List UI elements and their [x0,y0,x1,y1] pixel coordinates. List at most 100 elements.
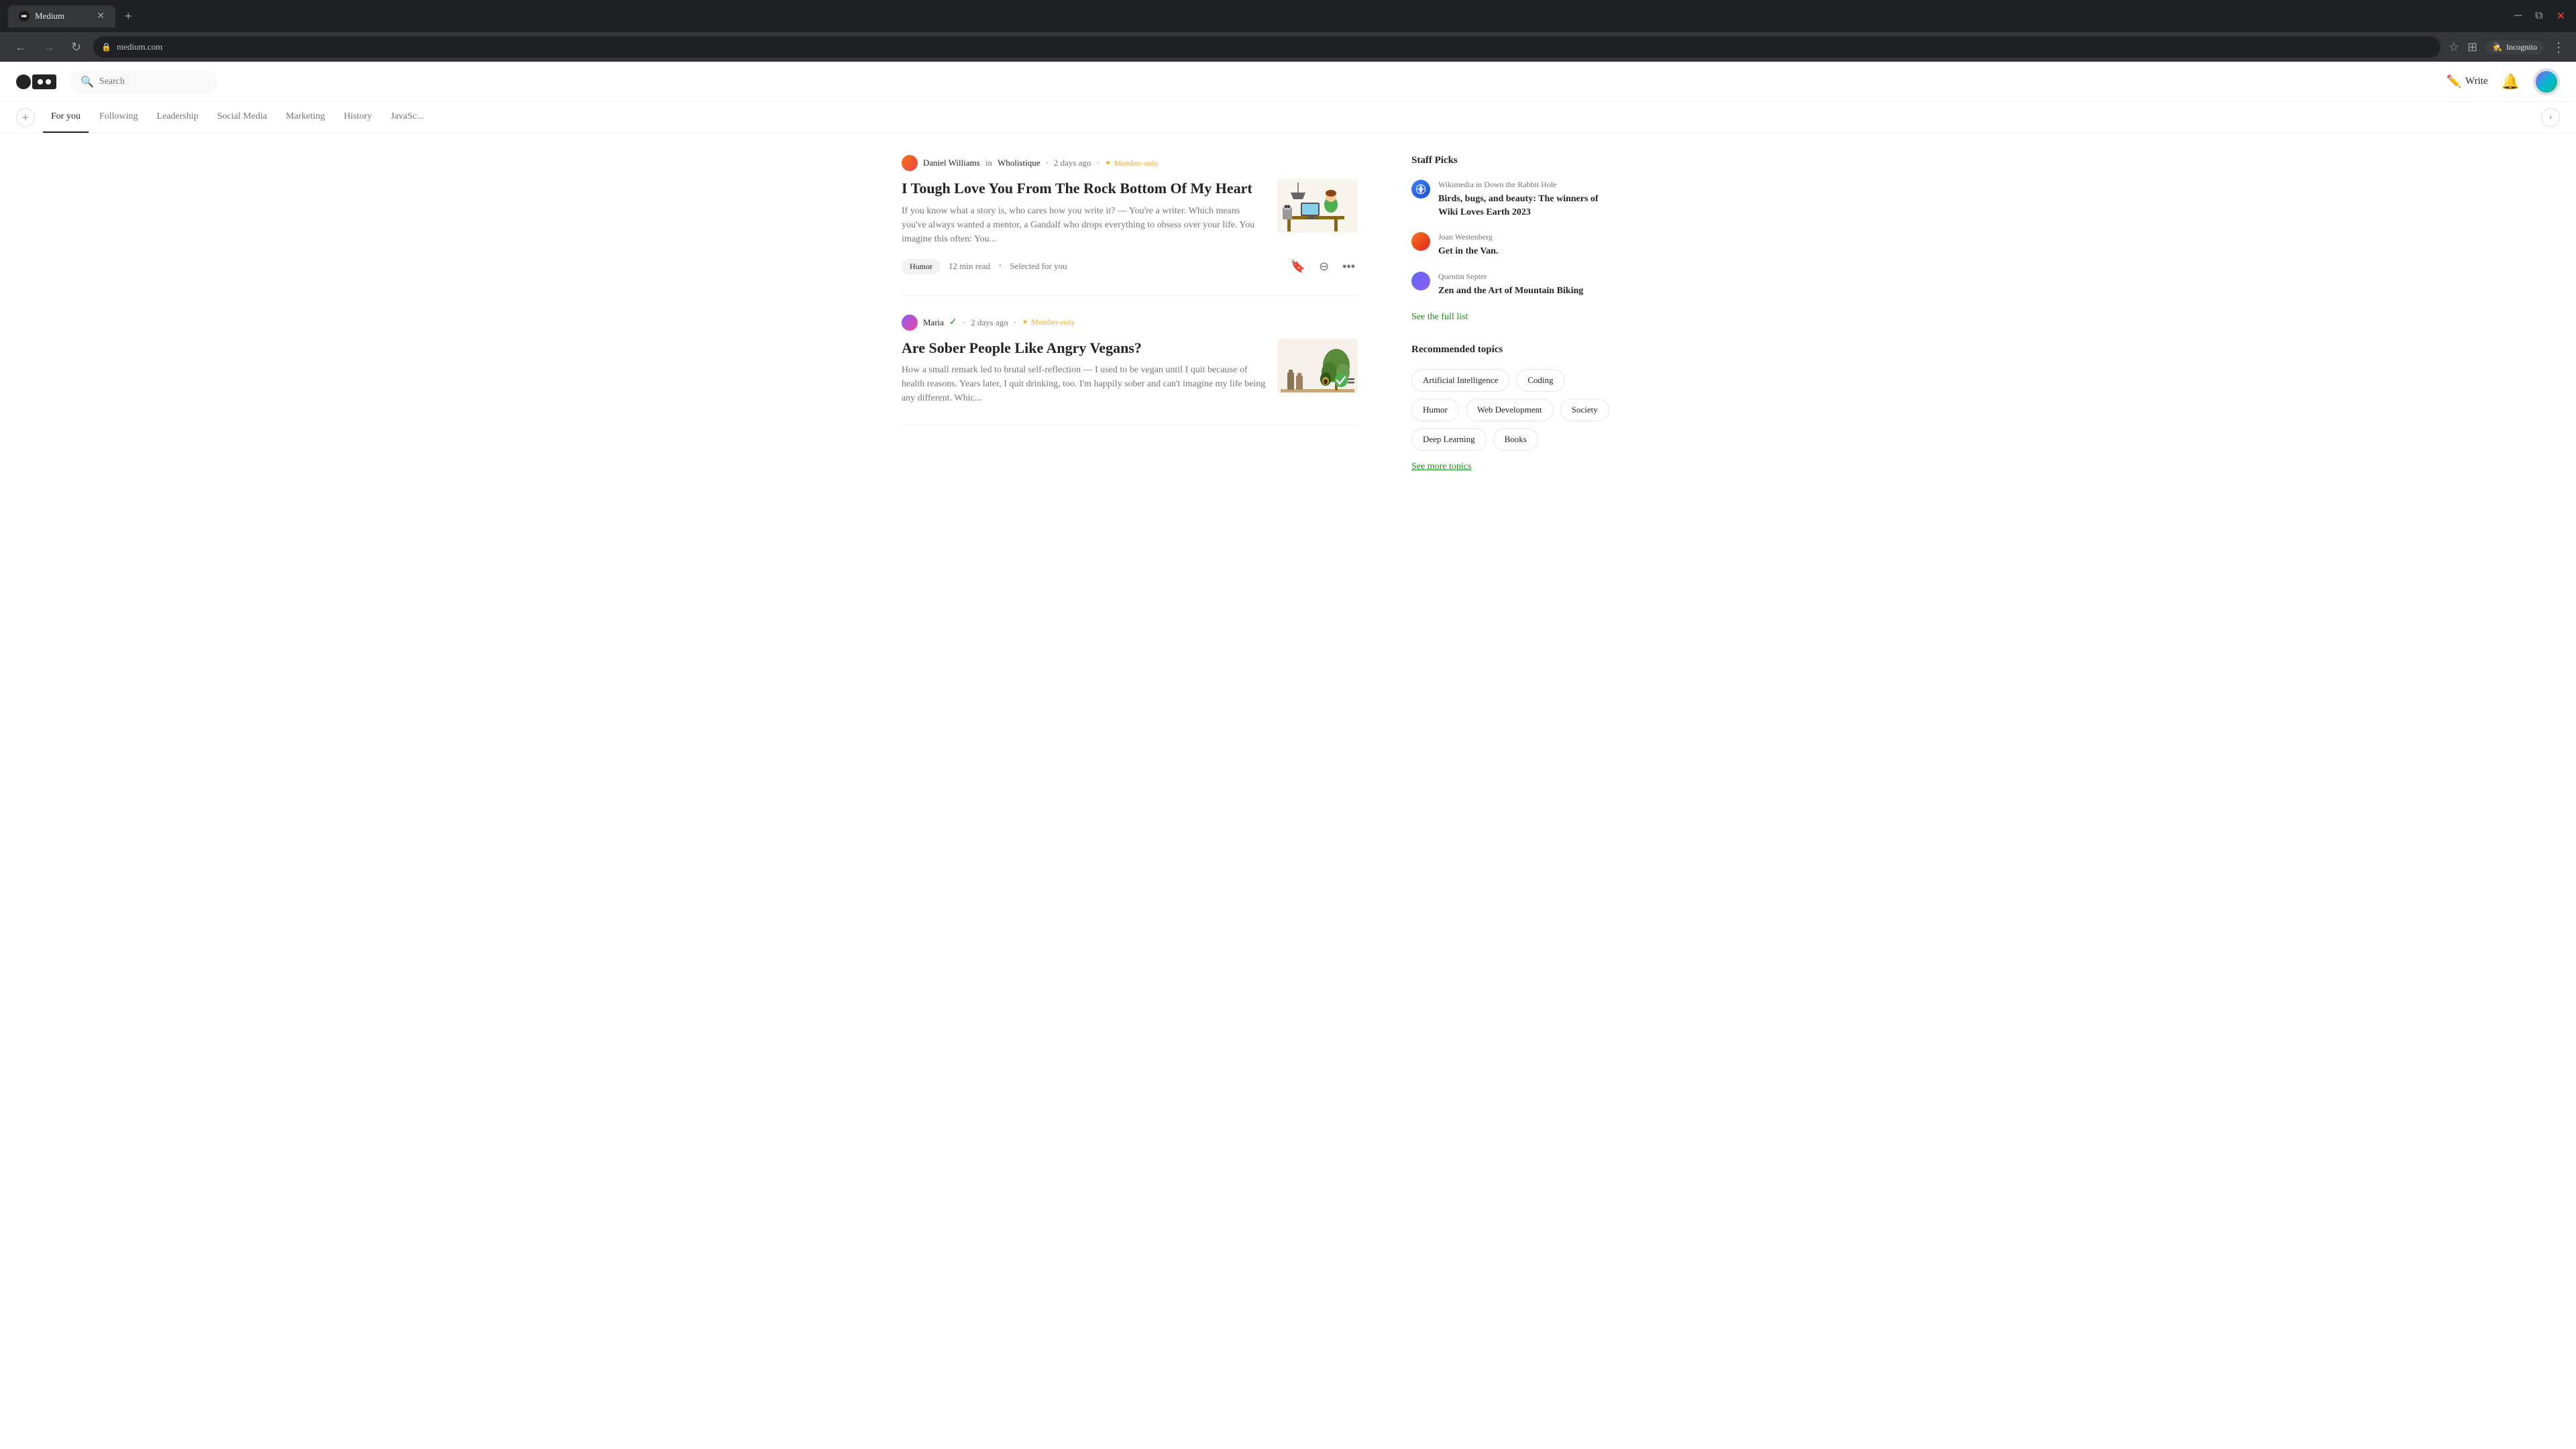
staff-pick-title-3[interactable]: Zen and the Art of Mountain Biking [1438,284,1613,298]
staff-picks-title: Staff Picks [1411,155,1613,166]
article-time-2: 2 days ago [971,317,1008,328]
less-button[interactable]: ⊖ [1316,257,1332,276]
article-body-2: Are Sober People Like Angry Vegans? How … [902,339,1358,406]
topic-webdev[interactable]: Web Development [1466,398,1554,421]
reload-button[interactable]: ↻ [67,38,85,57]
tabs-scroll-right[interactable]: › [2541,108,2560,127]
article-title-2[interactable]: Are Sober People Like Angry Vegans? [902,339,1267,358]
topic-books[interactable]: Books [1493,428,1538,451]
forward-button[interactable]: → [39,38,59,57]
search-bar[interactable]: 🔍 Search [70,70,217,94]
selected-label: Selected for you [1010,261,1067,272]
bookmark-icon[interactable]: ☆ [2449,40,2459,54]
member-label: Member-only [1114,158,1159,168]
meta-dot-3: · [963,317,965,328]
see-full-list-link[interactable]: See the full list [1411,312,1468,322]
user-avatar-ring[interactable] [2533,68,2560,95]
menu-icon[interactable]: ⋮ [2552,39,2565,56]
article-meta-2: Maria ✓ · 2 days ago · ✦ Member-only [902,315,1358,331]
medium-logo[interactable] [16,74,56,89]
restore-button[interactable]: ⧉ [2532,7,2545,25]
staff-pick-avatar-3 [1411,272,1430,290]
topic-deep-learning[interactable]: Deep Learning [1411,428,1487,451]
extension-icon[interactable]: ⊞ [2467,40,2477,54]
browser-chrome: Medium ✕ + ─ ⧉ ✕ [0,0,2576,32]
meta-dot-1: · [1045,158,1048,168]
member-only-badge: ✦ Member-only [1105,158,1159,168]
close-button[interactable]: ✕ [2554,7,2568,25]
staff-pick-pub-1[interactable]: Down the Rabbit Hole [1484,180,1556,189]
member-label-2: Member-only [1031,317,1075,327]
staff-pick-content-1: Wikimedia in Down the Rabbit Hole Birds,… [1438,180,1613,219]
staff-pick-meta-2: Joan Westenberg [1438,232,1613,242]
security-icon: 🔒 [101,42,111,52]
see-more-topics-link[interactable]: See more topics [1411,462,1613,472]
user-avatar [2534,70,2559,94]
logo-rect [32,74,56,89]
add-topic-button[interactable]: + [16,108,35,127]
tab-following-label: Following [99,111,138,121]
search-placeholder: Search [99,76,125,87]
staff-pick-author-2[interactable]: Joan Westenberg [1438,232,1493,241]
read-time: 12 min read [949,261,990,272]
article-footer: Humor 12 min read · Selected for you 🔖 ⊖… [902,257,1358,276]
logo-circle [16,74,31,89]
article-card: Maria ✓ · 2 days ago · ✦ Member-only Are… [902,315,1358,425]
tab-leadership-label: Leadership [157,111,199,121]
nav-right: ✏️ Write 🔔 [2447,68,2560,95]
staff-pick-item-3: Quentin Septer Zen and the Art of Mounta… [1411,272,1613,298]
article-title[interactable]: I Tough Love You From The Rock Bottom Of… [902,179,1267,199]
topic-ai[interactable]: Artificial Intelligence [1411,369,1509,392]
write-button[interactable]: ✏️ Write [2447,74,2488,89]
notification-bell[interactable]: 🔔 [2502,73,2520,91]
more-options-button[interactable]: ••• [1340,257,1358,276]
incognito-icon: 🕵️ [2492,42,2502,52]
tab-for-you[interactable]: For you [43,102,89,133]
article-thumbnail [1277,179,1358,233]
author-name[interactable]: Daniel Williams [923,158,980,168]
topic-coding[interactable]: Coding [1516,369,1564,392]
staff-pick-title-1[interactable]: Birds, bugs, and beauty: The winners of … [1438,193,1613,219]
verified-icon: ✓ [949,317,957,328]
incognito-badge: 🕵️ Incognito [2485,40,2544,54]
tab-javascript[interactable]: JavaSc... [382,102,431,133]
tab-title: Medium [35,11,64,21]
staff-pick-title-2[interactable]: Get in the Van. [1438,245,1613,258]
article-excerpt-2: How a small remark led to brutal self-re… [902,363,1267,405]
publication-name[interactable]: Wholistique [998,158,1040,168]
topic-humor[interactable]: Humor [1411,398,1459,421]
article-tag[interactable]: Humor [902,259,941,274]
tab-marketing[interactable]: Marketing [278,102,333,133]
category-tabs: + For you Following Leadership Social Me… [0,102,2576,133]
tab-history[interactable]: History [335,102,380,133]
tab-javascript-label: JavaSc... [390,111,423,121]
tab-leadership[interactable]: Leadership [149,102,207,133]
article-time: 2 days ago [1054,158,1091,168]
staff-pick-avatar-2 [1411,232,1430,251]
author-name-2[interactable]: Maria [923,317,944,328]
recommended-topics-title: Recommended topics [1411,344,1613,356]
staff-pick-author-1[interactable]: Wikimedia [1438,180,1474,189]
topic-society[interactable]: Society [1560,398,1609,421]
author-avatar [902,155,918,171]
staff-pick-author-3[interactable]: Quentin Septer [1438,272,1487,281]
main-layout: Daniel Williams in Wholistique · 2 days … [885,133,1690,515]
tab-close-button[interactable]: ✕ [97,11,105,22]
save-button[interactable]: 🔖 [1288,257,1308,276]
new-tab-button[interactable]: + [119,7,138,26]
staff-pick-avatar-1 [1411,180,1430,199]
article-text-2: Are Sober People Like Angry Vegans? How … [902,339,1267,406]
active-tab[interactable]: Medium ✕ [8,5,115,28]
staff-pick-item: Wikimedia in Down the Rabbit Hole Birds,… [1411,180,1613,219]
minimize-button[interactable]: ─ [2512,7,2524,25]
topics-grid: Artificial Intelligence Coding Humor Web… [1411,369,1613,451]
search-icon: 🔍 [80,75,94,89]
tab-social-media[interactable]: Social Media [209,102,275,133]
star-icon: ✦ [1105,158,1112,168]
address-bar[interactable]: 🔒 medium.com [93,36,2440,58]
tab-following[interactable]: Following [91,102,146,133]
staff-pick-meta-3: Quentin Septer [1438,272,1613,282]
article-illustration-2 [1277,339,1358,392]
footer-dot: · [998,260,1002,272]
back-button[interactable]: ← [11,38,31,57]
